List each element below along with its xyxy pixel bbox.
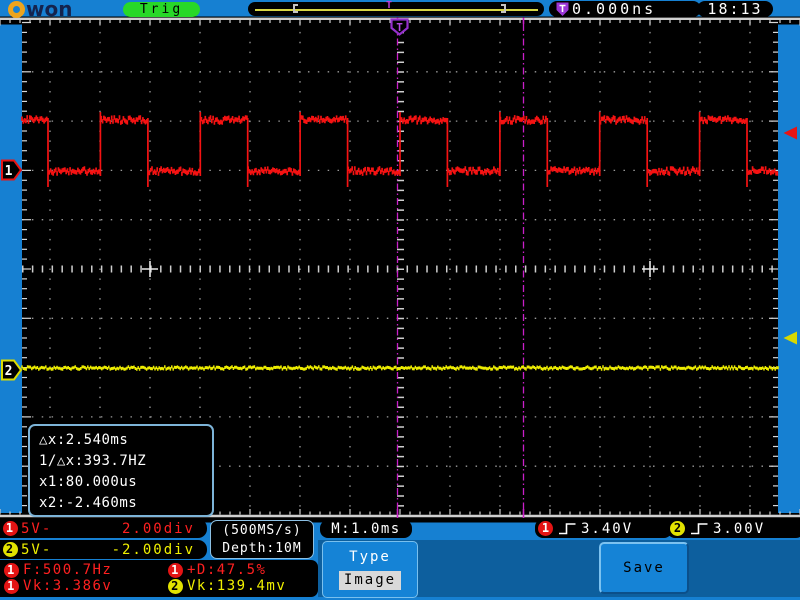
cursor-inv-delta-x: 1/△x:393.7HZ bbox=[39, 451, 212, 472]
trigger1-level-arrow bbox=[784, 127, 798, 140]
type-image-button[interactable]: Type Image bbox=[322, 541, 418, 598]
cursor-delta-x: △x:2.540ms bbox=[39, 430, 212, 451]
meas2-value: +D:47.5% bbox=[187, 562, 266, 578]
save-button[interactable]: Save bbox=[599, 542, 689, 594]
svg-text:1: 1 bbox=[5, 164, 13, 179]
trigger1-level-value: 3.40V bbox=[581, 521, 633, 537]
measurement-frequency: 1 F:500.7Hz bbox=[4, 562, 168, 578]
measurements-panel: 1 F:500.7Hz 1 +D:47.5% 1 Vk:3.386v 2 Vk:… bbox=[0, 560, 318, 597]
meas1-channel-badge: 1 bbox=[4, 563, 19, 578]
trigger-shield-icon bbox=[556, 2, 569, 17]
acquisition-panel: (500MS/s) Depth:10M bbox=[210, 520, 314, 559]
trigger-time-value: 0.000ns bbox=[572, 0, 656, 18]
measurement-vpp-ch1: 1 Vk:3.386v bbox=[4, 578, 168, 594]
memory-window-indicator: T bbox=[248, 2, 544, 16]
trigger2-level-pill: 2 3.00V bbox=[667, 519, 800, 538]
svg-text:2: 2 bbox=[5, 364, 13, 379]
timebase-pill: M:1.0ms bbox=[320, 520, 412, 538]
window-bracket-left bbox=[293, 4, 298, 13]
memory-trigger-marker: T bbox=[386, 0, 392, 11]
type-value-image: Image bbox=[339, 571, 401, 590]
rising-edge-icon bbox=[689, 521, 709, 536]
cursor-measurement-panel: △x:2.540ms 1/△x:393.7HZ x1:80.000us x2:-… bbox=[28, 424, 214, 517]
trigger2-channel-badge: 2 bbox=[670, 521, 685, 536]
channel2-settings-row: 2 5V- -2.00div bbox=[0, 540, 207, 559]
owon-logo: won bbox=[8, 0, 72, 18]
meas3-value: Vk:3.386v bbox=[23, 578, 112, 594]
measurement-vpp-ch2: 2 Vk:139.4mv bbox=[168, 578, 316, 594]
channel1-scale: 5V- bbox=[21, 521, 52, 537]
channel1-settings-row: 1 5V- 2.00div bbox=[0, 519, 207, 538]
channel2-position: -2.00div bbox=[112, 542, 195, 558]
trigger-status-badge: Trig bbox=[123, 2, 200, 17]
channel2-scale: 5V- bbox=[21, 542, 52, 558]
cursor-x1: x1:80.000us bbox=[39, 472, 212, 493]
trigger2-level-arrow bbox=[784, 332, 798, 345]
measurement-duty: 1 +D:47.5% bbox=[168, 562, 316, 578]
trigger2-level-value: 3.00V bbox=[713, 521, 765, 537]
channel2-badge: 2 bbox=[3, 542, 18, 557]
oscilloscope-screen: won Trig T 0.000ns 18:13 12T △x:2.540ms … bbox=[0, 0, 800, 600]
memory-depth: Depth:10M bbox=[222, 541, 301, 556]
trigger-time-pill: 0.000ns bbox=[549, 1, 701, 17]
rising-edge-icon bbox=[557, 521, 577, 536]
cursor-x2: x2:-2.460ms bbox=[39, 493, 212, 514]
meas4-channel-badge: 2 bbox=[168, 579, 183, 594]
type-label: Type bbox=[349, 549, 391, 565]
trigger1-channel-badge: 1 bbox=[538, 521, 553, 536]
logo-text: won bbox=[26, 1, 72, 17]
channel1-badge: 1 bbox=[3, 521, 18, 536]
meas3-channel-badge: 1 bbox=[4, 579, 19, 594]
trigger1-level-pill: 1 3.40V bbox=[535, 519, 672, 538]
meas2-channel-badge: 1 bbox=[168, 563, 183, 578]
svg-text:T: T bbox=[396, 21, 403, 34]
sample-rate: (500MS/s) bbox=[222, 523, 301, 538]
meas1-value: F:500.7Hz bbox=[23, 562, 112, 578]
clock: 18:13 bbox=[697, 1, 773, 17]
window-bracket-right bbox=[501, 4, 506, 13]
meas4-value: Vk:139.4mv bbox=[187, 578, 286, 594]
logo-ring-icon bbox=[8, 1, 25, 18]
channel1-position: 2.00div bbox=[122, 521, 195, 537]
